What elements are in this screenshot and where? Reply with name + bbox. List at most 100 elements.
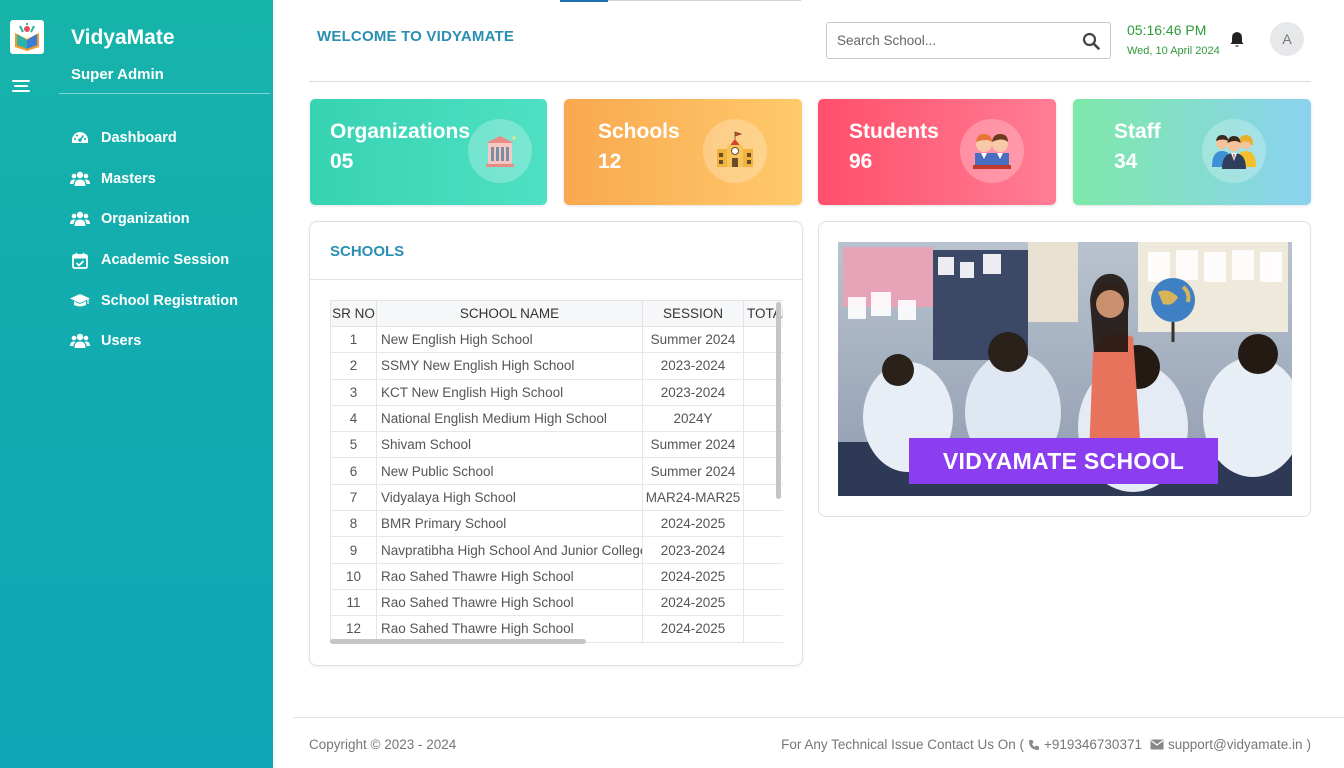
schools-table-body: 1 New English High School Summer 2024 2 SSMY… <box>330 326 783 643</box>
school-building-icon <box>703 119 767 183</box>
banner-label: VIDYAMATE SCHOOL <box>909 438 1218 484</box>
sidebar-item-label: Masters <box>101 170 156 187</box>
cell-total <box>743 615 783 643</box>
contact-info: For Any Technical Issue Contact Us On ( … <box>781 737 1311 752</box>
contact-prefix: For Any Technical Issue Contact Us On ( <box>781 737 1024 752</box>
avatar[interactable]: A <box>1270 22 1304 56</box>
table-row[interactable]: 2 SSMY New English High School 2023-2024 <box>330 352 783 380</box>
table-row[interactable]: 5 Shivam School Summer 2024 <box>330 431 783 459</box>
dashboard-icon <box>70 128 90 148</box>
cell-school-name: SSMY New English High School <box>376 352 643 380</box>
clock-date: Wed, 10 April 2024 <box>1127 45 1220 57</box>
cell-total <box>743 563 783 590</box>
vertical-scrollbar[interactable] <box>776 302 781 499</box>
cell-total <box>743 536 783 564</box>
brand-name: VidyaMate <box>71 26 175 49</box>
stat-title: Schools <box>598 120 680 143</box>
panel-divider <box>310 279 802 280</box>
table-row[interactable]: 9 Navpratibha High School And Junior Coll… <box>330 536 783 564</box>
phone-icon <box>1028 739 1039 750</box>
contact-suffix: ) <box>1306 737 1312 752</box>
cell-sr-no: 7 <box>330 484 377 512</box>
horizontal-scrollbar[interactable] <box>330 639 586 644</box>
sidebar-item-label: Dashboard <box>101 130 177 147</box>
cell-session: 2024Y <box>642 405 744 433</box>
contact-phone[interactable]: +919346730371 <box>1044 737 1142 752</box>
sidebar-item-masters[interactable]: Masters <box>70 159 238 200</box>
table-row[interactable]: 4 National English Medium High School 2024… <box>330 405 783 433</box>
table-row[interactable]: 6 New Public School Summer 2024 <box>330 457 783 485</box>
sidebar-item-organization[interactable]: Organization <box>70 199 238 240</box>
table-row[interactable]: 7 Vidyalaya High School MAR24-MAR25 <box>330 484 783 512</box>
sidebar-divider <box>59 93 270 94</box>
sidebar-item-users[interactable]: Users <box>70 321 238 362</box>
footer-divider <box>293 717 1344 718</box>
user-role: Super Admin <box>71 66 164 83</box>
cell-school-name: Rao Sahed Thawre High School <box>376 563 643 590</box>
copyright-text: Copyright © 2023 - 2024 <box>309 737 457 752</box>
col-header-school-name[interactable]: SCHOOL NAME <box>376 300 643 327</box>
cell-session: 2024-2025 <box>642 563 744 590</box>
users-icon <box>70 331 90 351</box>
table-header-row: SR NO SCHOOL NAME SESSION TOTAL <box>330 300 783 327</box>
cell-school-name: New Public School <box>376 457 643 485</box>
cell-sr-no: 6 <box>330 457 377 485</box>
bell-icon[interactable] <box>1229 31 1245 48</box>
menu-toggle-icon[interactable] <box>12 80 30 92</box>
cell-school-name: BMR Primary School <box>376 510 643 538</box>
col-header-session[interactable]: SESSION <box>642 300 744 327</box>
stat-card-organizations[interactable]: Organizations 05 <box>310 99 547 205</box>
clock-time: 05:16:46 PM <box>1127 22 1207 38</box>
vidyamate-logo[interactable] <box>10 20 44 54</box>
cell-sr-no: 9 <box>330 536 377 564</box>
sidebar-item-academic-session[interactable]: Academic Session <box>70 240 238 281</box>
stat-card-students[interactable]: Students 96 <box>818 99 1056 205</box>
cell-session: MAR24-MAR25 <box>642 484 744 512</box>
cell-total <box>743 589 783 617</box>
sidebar-item-dashboard[interactable]: Dashboard <box>70 118 238 159</box>
col-header-sr-no[interactable]: SR NO <box>330 300 377 327</box>
table-row[interactable]: 3 KCT New English High School 2023-2024 <box>330 379 783 406</box>
cell-sr-no: 5 <box>330 431 377 459</box>
cell-school-name: Navpratibha High School And Junior Colle… <box>376 536 643 564</box>
search-input[interactable] <box>827 23 1067 58</box>
sidebar-item-label: Users <box>101 333 142 350</box>
book-logo-icon <box>15 23 39 51</box>
schools-table-container[interactable]: SR NO SCHOOL NAME SESSION TOTAL 1New Eng… <box>330 300 783 643</box>
cell-session: Summer 2024 <box>642 326 744 354</box>
cell-sr-no: 2 <box>330 352 377 380</box>
table-row[interactable]: 10 Rao Sahed Thawre High School 2024-2025 <box>330 563 783 590</box>
staff-icon <box>1202 119 1266 183</box>
stat-card-staff[interactable]: Staff 34 <box>1073 99 1311 205</box>
cell-school-name: National English Medium High School <box>376 405 643 433</box>
graduation-cap-icon <box>70 291 90 311</box>
users-icon <box>70 209 90 229</box>
sidebar-nav: Dashboard Masters Organization Academic … <box>70 118 238 362</box>
search-icon[interactable] <box>1082 32 1100 50</box>
contact-email[interactable]: support@vidyamate.in <box>1168 737 1303 752</box>
cell-school-name: Rao Sahed Thawre High School <box>376 589 643 617</box>
users-icon <box>70 169 90 189</box>
search-box <box>826 22 1111 59</box>
cell-total <box>743 510 783 538</box>
schools-panel: SCHOOLS SR NO SCHOOL NAME SESSION TOTAL … <box>309 221 803 666</box>
calendar-check-icon <box>70 250 90 270</box>
table-row[interactable]: 11 Rao Sahed Thawre High School 2024-2025 <box>330 589 783 617</box>
page-title: WELCOME TO VIDYAMATE <box>317 28 515 45</box>
top-tab-line <box>608 0 801 1</box>
cell-school-name: Vidyalaya High School <box>376 484 643 512</box>
stat-card-schools[interactable]: Schools 12 <box>564 99 802 205</box>
cell-session: 2024-2025 <box>642 615 744 643</box>
cell-sr-no: 3 <box>330 379 377 406</box>
building-icon <box>468 119 532 183</box>
sidebar-item-label: Organization <box>101 211 190 228</box>
table-row[interactable]: 1 New English High School Summer 2024 <box>330 326 783 354</box>
stat-title: Students <box>849 120 939 143</box>
table-row[interactable]: 8 BMR Primary School 2024-2025 <box>330 510 783 538</box>
stat-value: 12 <box>598 150 622 173</box>
cell-sr-no: 10 <box>330 563 377 590</box>
sidebar-item-school-registration[interactable]: School Registration <box>70 280 238 321</box>
header-divider <box>309 81 1311 82</box>
cell-sr-no: 4 <box>330 405 377 433</box>
image-panel: VIDYAMATE SCHOOL <box>818 221 1311 517</box>
